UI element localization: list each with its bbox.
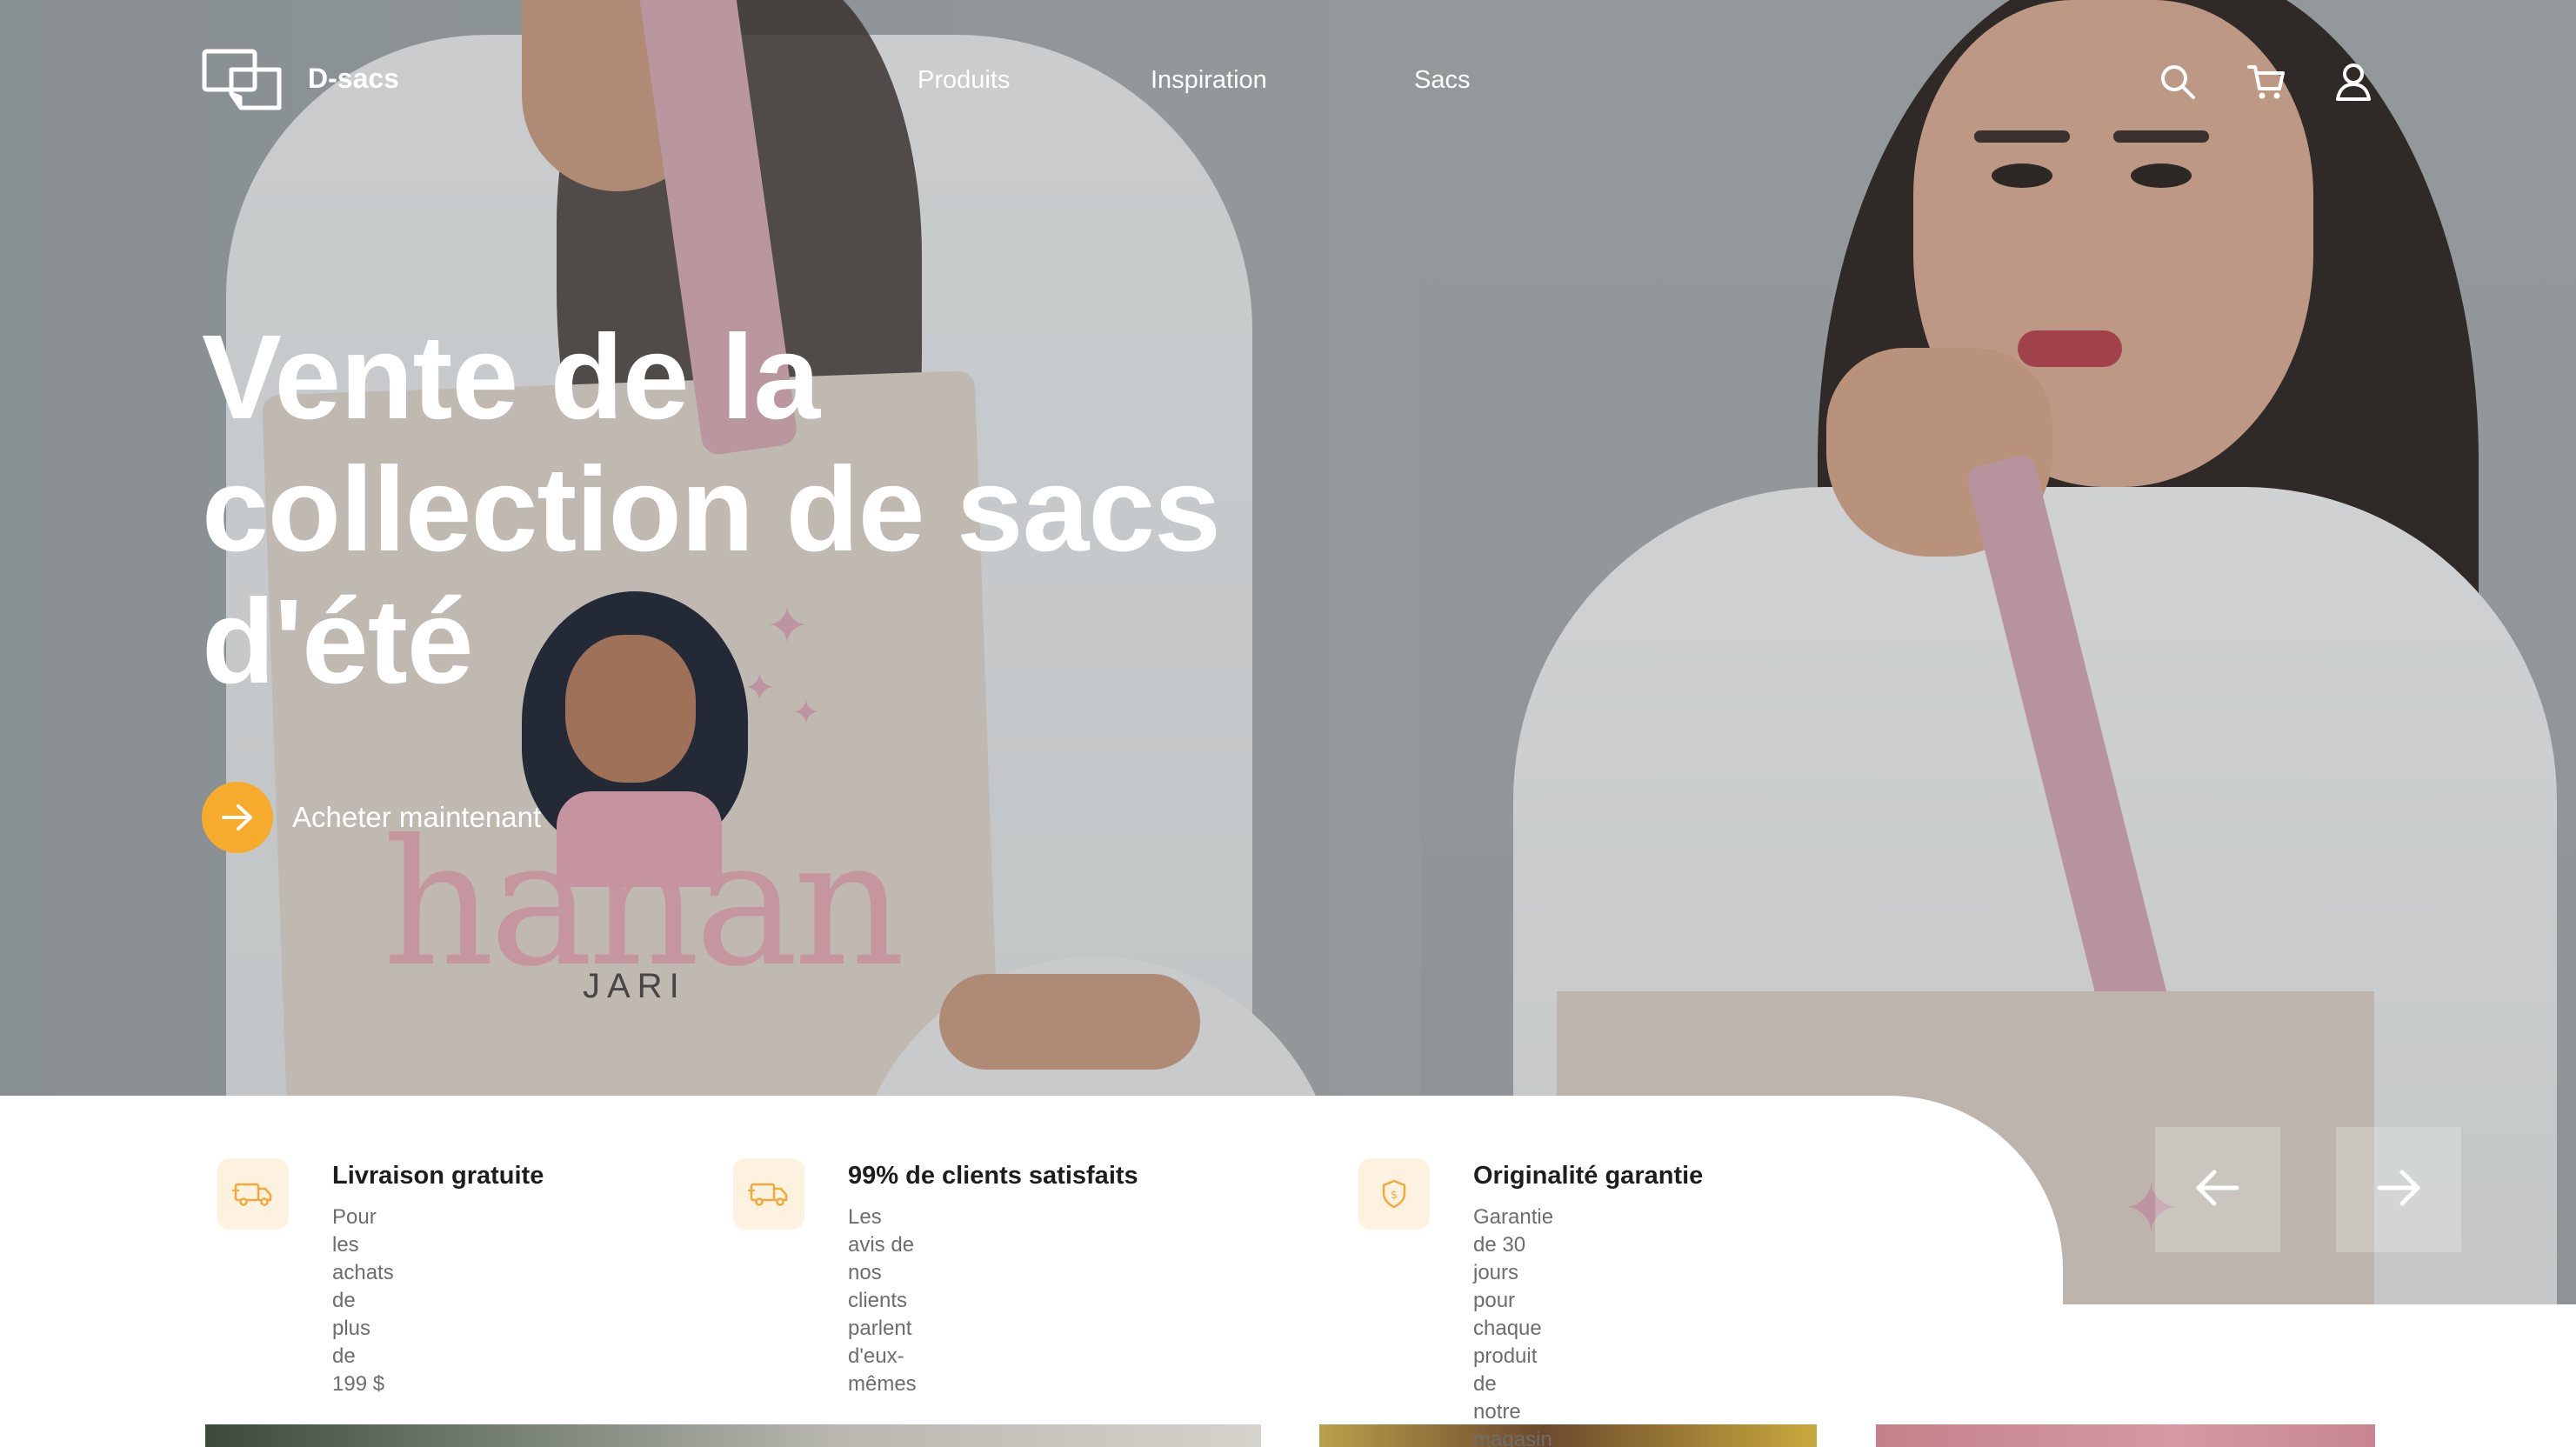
shield-icon: $ bbox=[1358, 1158, 1430, 1230]
logo-icon[interactable] bbox=[202, 49, 285, 113]
nav-link-produits[interactable]: Produits bbox=[918, 66, 1010, 95]
product-card-image[interactable] bbox=[205, 1424, 1261, 1447]
shop-now-label[interactable]: Acheter maintenant bbox=[292, 801, 541, 834]
feature-description-line: de 199 $ bbox=[332, 1344, 385, 1396]
carousel-prev-button[interactable] bbox=[2155, 1127, 2280, 1252]
feature-description: Les avis de nos clients parlent d'eux-mê… bbox=[848, 1204, 917, 1398]
truck-icon bbox=[733, 1158, 804, 1230]
feature-description-line: d'eux-mêmes bbox=[848, 1344, 917, 1396]
svg-text:$: $ bbox=[1391, 1189, 1398, 1201]
feature-title: 99% de clients satisfaits bbox=[848, 1162, 1138, 1190]
brand-name[interactable]: D-sacs bbox=[308, 63, 399, 95]
nav-link-sacs[interactable]: Sacs bbox=[1414, 66, 1470, 95]
hero-headline-line: d'été bbox=[202, 575, 474, 709]
search-icon[interactable] bbox=[2155, 59, 2200, 104]
hero-headline: Vente de la collection de sacs d'été bbox=[202, 311, 1332, 708]
shop-now-button[interactable]: Acheter maintenant bbox=[202, 781, 541, 854]
user-icon[interactable] bbox=[2331, 59, 2376, 104]
feature-strip: Livraison gratuite Pour les achats de pl… bbox=[0, 1096, 2063, 1447]
feature-description-line: Les avis de nos clients parlent bbox=[848, 1205, 915, 1340]
arrow-right-icon[interactable] bbox=[202, 782, 273, 853]
hero-headline-line: Vente de la bbox=[202, 310, 820, 444]
hero-headline-line: collection de sacs bbox=[202, 443, 1221, 577]
truck-icon bbox=[217, 1158, 289, 1230]
feature-title: Originalité garantie bbox=[1473, 1162, 1704, 1190]
product-card-image[interactable] bbox=[1876, 1424, 2375, 1447]
feature-title: Livraison gratuite bbox=[332, 1162, 544, 1190]
arrow-right-icon[interactable] bbox=[2374, 1167, 2423, 1213]
nav-link-inspiration[interactable]: Inspiration bbox=[1151, 66, 1267, 95]
feature-description: Pour les achats de plus de 199 $ bbox=[332, 1204, 394, 1398]
feature-description-line: Pour les achats de plus bbox=[332, 1205, 394, 1340]
top-navigation: D-sacs Produits Inspiration Sacs bbox=[0, 0, 2576, 165]
product-card-image[interactable] bbox=[1319, 1424, 1817, 1447]
cart-icon[interactable] bbox=[2244, 59, 2289, 104]
feature-description-line: Garantie de 30 jours pour chaque produit… bbox=[1473, 1205, 1554, 1396]
arrow-left-icon[interactable] bbox=[2193, 1167, 2242, 1213]
feature-description: Garantie de 30 jours pour chaque produit… bbox=[1473, 1204, 1553, 1447]
carousel-next-button[interactable] bbox=[2336, 1127, 2461, 1252]
feature-description-line: notre magasin bbox=[1473, 1400, 1552, 1447]
